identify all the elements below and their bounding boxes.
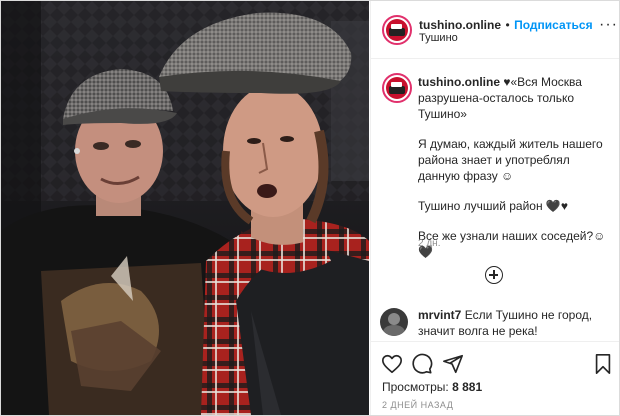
caption-username[interactable]: tushino.online (418, 75, 500, 89)
comment-item: mrvint7 Если Тушино не город, значит вол… (418, 307, 608, 339)
views-number: 8 881 (452, 380, 483, 394)
caption-line-3: Тушино лучший район 🖤♥ (418, 199, 568, 213)
more-options-icon[interactable]: ··· (599, 16, 618, 34)
header-separator: • (505, 18, 510, 32)
post-caption: tushino.online ♥«Вся Москва разрушена-ос… (418, 74, 606, 274)
caption-avatar[interactable] (382, 73, 412, 103)
bookmark-icon[interactable] (593, 353, 613, 375)
follow-button[interactable]: Подписаться (514, 18, 592, 32)
header-username[interactable]: tushino.online (419, 18, 501, 32)
comment-username[interactable]: mrvint7 (418, 308, 461, 322)
caption-line-2: Я думаю, каждый житель нашего района зна… (418, 137, 607, 183)
views-label: Просмотры: (382, 380, 449, 394)
post-actions: Просмотры: 8 881 2 ДНЕЙ НАЗАД (371, 341, 619, 415)
post-side-panel: tushino.online • Подписаться Тушино ··· … (370, 1, 619, 415)
profile-avatar[interactable] (382, 15, 412, 45)
instagram-post: tushino.online • Подписаться Тушино ··· … (0, 0, 620, 416)
caption-line-4: Все же узнали наших соседей?☺🖤 (418, 229, 606, 259)
post-date[interactable]: 2 ДНЕЙ НАЗАД (382, 400, 453, 410)
share-icon[interactable] (442, 353, 464, 375)
add-comment-icon[interactable] (485, 266, 503, 284)
heart-icon[interactable] (381, 353, 403, 375)
post-video[interactable] (1, 1, 369, 415)
views-count[interactable]: Просмотры: 8 881 (382, 380, 482, 394)
video-frame-illustration (1, 1, 369, 415)
caption-time-ago: 2 дн. (418, 238, 441, 249)
commenter-avatar[interactable] (380, 308, 408, 336)
comment-icon[interactable] (411, 353, 433, 375)
post-location[interactable]: Тушино (419, 32, 458, 44)
post-header: tushino.online • Подписаться Тушино ··· (371, 1, 619, 59)
